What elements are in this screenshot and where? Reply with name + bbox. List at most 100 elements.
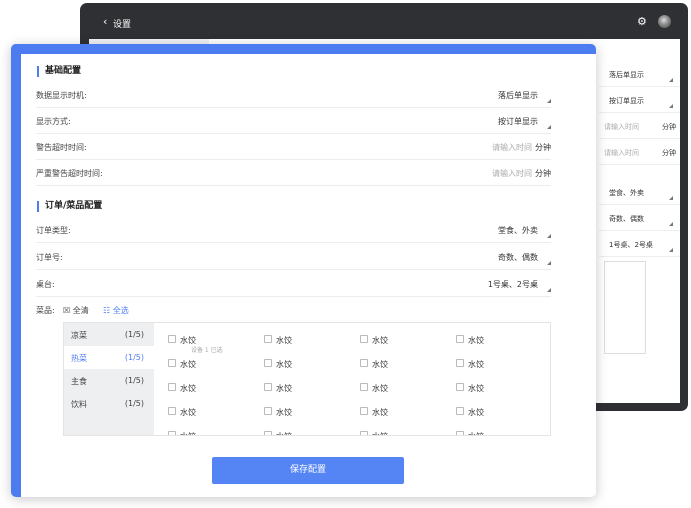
row-data-display-timing[interactable]: 数据显示时机: 落后单显示	[36, 82, 551, 108]
checkbox-icon[interactable]	[168, 407, 176, 415]
avatar[interactable]	[658, 15, 671, 28]
checkbox-icon[interactable]	[264, 407, 272, 415]
dish-checkbox-item[interactable]: 水饺	[264, 381, 344, 395]
time-input[interactable]: 请输入时间	[492, 168, 532, 179]
dish-checkbox-item[interactable]: 水饺	[360, 333, 440, 347]
unit-label: 分钟	[535, 169, 551, 178]
background-row[interactable]: 堂食、外卖	[599, 179, 680, 205]
row-value: 1号桌、2号桌	[487, 280, 538, 289]
dish-name: 水饺	[468, 384, 484, 393]
row-order-type[interactable]: 订单类型: 堂食、外卖	[36, 217, 551, 243]
row-label: 数据显示时机:	[36, 91, 87, 100]
dish-name: 水饺	[372, 384, 388, 393]
checkbox-icon[interactable]	[264, 359, 272, 367]
gear-icon[interactable]: ⚙	[637, 15, 647, 28]
dish-checkbox-item[interactable]: 水饺	[264, 405, 344, 419]
category-list: 凉菜 (1/5) 热菜 (1/5) 主食 (1/5) 饮料 (1/5)	[64, 323, 154, 435]
dish-name: 水饺	[276, 336, 292, 345]
row-display-mode[interactable]: 显示方式: 按订单显示	[36, 108, 551, 134]
checkbox-icon[interactable]	[456, 359, 464, 367]
dish-checkbox-item[interactable]: 水饺	[360, 405, 440, 419]
unit-label: 分钟	[535, 143, 551, 152]
row-label: 显示方式:	[36, 117, 71, 126]
dropdown-icon	[547, 288, 551, 292]
clear-all-button[interactable]: ☒ 全清	[63, 305, 89, 316]
checkbox-icon[interactable]	[264, 431, 272, 435]
background-row[interactable]: 奇数、偶数	[599, 205, 680, 231]
row-value: 奇数、偶数	[498, 253, 538, 262]
dish-name: 水饺	[372, 336, 388, 345]
dish-items-grid: 水饺水饺水饺水饺水饺水饺水饺水饺水饺水饺水饺水饺水饺水饺水饺水饺水饺水饺水饺水饺	[154, 323, 550, 435]
dish-checkbox-item[interactable]: 水饺	[360, 429, 440, 435]
checkbox-icon[interactable]	[360, 383, 368, 391]
row-label: 严重警告超时时间:	[36, 169, 103, 178]
row-label: 订单号:	[36, 253, 63, 262]
dish-name: 水饺	[372, 431, 388, 435]
checkbox-icon[interactable]	[456, 431, 464, 435]
category-item[interactable]: 饮料 (1/5)	[64, 392, 154, 415]
checkbox-icon[interactable]	[456, 407, 464, 415]
checkbox-icon[interactable]	[264, 335, 272, 343]
category-item[interactable]: 主食 (1/5)	[64, 369, 154, 392]
dropdown-icon	[547, 99, 551, 103]
row-value: 落后单显示	[498, 91, 538, 100]
row-label: 警告超时时间:	[36, 143, 87, 152]
background-row[interactable]: 按订单显示	[599, 87, 680, 113]
dish-checkbox-item[interactable]: 水饺	[456, 381, 536, 395]
dropdown-icon	[547, 261, 551, 265]
dish-name: 水饺	[180, 431, 196, 435]
dish-name: 水饺	[276, 408, 292, 417]
background-row[interactable]: 落后单显示	[599, 61, 680, 87]
background-row[interactable]: 请输入时间 分钟	[599, 113, 680, 139]
dish-checkbox-item[interactable]: 水饺	[168, 405, 248, 419]
dish-checkbox-item[interactable]: 水饺	[168, 429, 248, 435]
checkbox-icon[interactable]	[456, 383, 464, 391]
dish-checkbox-item[interactable]: 水饺	[264, 357, 344, 371]
settings-panel: 基础配置 数据显示时机: 落后单显示 显示方式: 按订单显示 警告超时时间: 请…	[11, 44, 596, 497]
dish-name: 水饺	[180, 384, 196, 393]
time-input[interactable]: 请输入时间	[492, 142, 532, 153]
checkbox-icon[interactable]	[360, 407, 368, 415]
category-item[interactable]: 凉菜 (1/5)	[64, 323, 154, 346]
background-row[interactable]: 请输入时间 分钟	[599, 139, 680, 165]
checkbox-icon[interactable]	[360, 359, 368, 367]
dish-name: 水饺	[276, 431, 292, 435]
checkbox-icon[interactable]	[360, 431, 368, 435]
row-table[interactable]: 桌台: 1号桌、2号桌	[36, 271, 551, 297]
dish-checkbox-item[interactable]: 水饺	[168, 357, 248, 371]
dropdown-icon	[547, 234, 551, 238]
dish-name: 水饺	[468, 360, 484, 369]
dish-name: 水饺	[468, 408, 484, 417]
checkbox-icon[interactable]	[168, 335, 176, 343]
dish-label: 菜品:	[36, 306, 55, 315]
background-title: 设置	[113, 20, 132, 30]
checkbox-icon[interactable]	[168, 383, 176, 391]
checkbox-icon[interactable]	[168, 359, 176, 367]
dish-name: 水饺	[180, 360, 196, 369]
chevron-left-icon[interactable]: ‹	[103, 15, 107, 28]
row-order-number[interactable]: 订单号: 奇数、偶数	[36, 244, 551, 270]
category-item-active[interactable]: 热菜 (1/5)	[64, 346, 154, 369]
dish-subtext: 设备 1 已选	[191, 347, 223, 354]
background-row[interactable]: 1号桌、2号桌	[599, 231, 680, 257]
checkbox-icon[interactable]	[168, 431, 176, 435]
checkbox-icon[interactable]	[264, 383, 272, 391]
dish-checkbox-item[interactable]: 水饺	[456, 405, 536, 419]
select-all-button[interactable]: ☷ 全选	[103, 305, 129, 316]
save-config-button[interactable]: 保存配置	[212, 457, 404, 484]
dish-checkbox-item[interactable]: 水饺	[264, 333, 344, 347]
dish-name: 水饺	[468, 336, 484, 345]
dish-checkbox-item[interactable]: 水饺	[360, 357, 440, 371]
dish-checkbox-item[interactable]: 水饺	[456, 429, 536, 435]
section-title-order: 订单/菜品配置	[37, 201, 102, 212]
dish-checkbox-item[interactable]: 水饺	[360, 381, 440, 395]
dish-checkbox-item[interactable]: 水饺	[456, 357, 536, 371]
checkbox-icon[interactable]	[456, 335, 464, 343]
row-severe-warning-timeout[interactable]: 严重警告超时时间: 请输入时间 分钟	[36, 160, 551, 186]
checkbox-icon[interactable]	[360, 335, 368, 343]
dish-checkbox-item[interactable]: 水饺	[168, 381, 248, 395]
background-header: ‹ 设置 ⚙	[80, 3, 688, 39]
row-warning-timeout[interactable]: 警告超时时间: 请输入时间 分钟	[36, 134, 551, 160]
dish-checkbox-item[interactable]: 水饺	[456, 333, 536, 347]
dish-checkbox-item[interactable]: 水饺	[264, 429, 344, 435]
